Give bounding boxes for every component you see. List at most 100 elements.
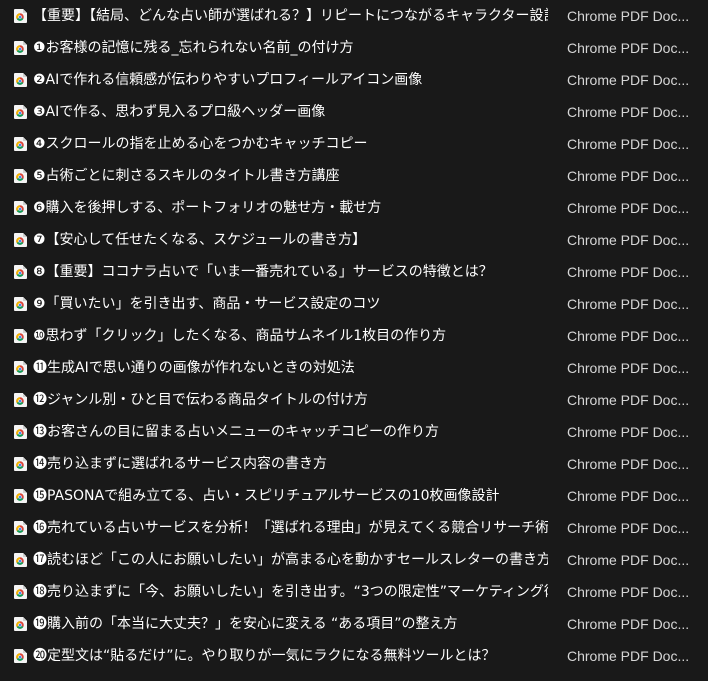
chrome-logo-icon xyxy=(16,141,24,149)
chrome-pdf-file-icon xyxy=(14,297,27,311)
chrome-logo-icon xyxy=(16,493,24,501)
file-type: Chrome PDF Doc... xyxy=(567,616,690,632)
chrome-pdf-file-icon xyxy=(14,233,27,247)
chrome-pdf-file-icon xyxy=(14,393,27,407)
chrome-logo-icon xyxy=(16,653,24,661)
file-name: ❶お客様の記憶に残る_忘れられない名前_の付け方 xyxy=(33,40,354,56)
file-name: ❸AIで作る、思わず見入るプロ級ヘッダー画像 xyxy=(33,104,326,120)
file-type: Chrome PDF Doc... xyxy=(567,136,690,152)
file-name: ⓭お客さんの目に留まる占いメニューのキャッチコピーの作り方 xyxy=(33,424,439,440)
chrome-logo-icon xyxy=(16,397,24,405)
file-name: ⓫生成AIで思い通りの画像が作れないときの対処法 xyxy=(33,360,355,376)
chrome-logo-icon xyxy=(16,205,24,213)
chrome-pdf-file-icon xyxy=(14,137,27,151)
file-type: Chrome PDF Doc... xyxy=(567,552,690,568)
file-type: Chrome PDF Doc... xyxy=(567,328,690,344)
file-row[interactable]: ⓬ジャンル別・ひと目で伝わる商品タイトルの付け方 Chrome PDF Doc.… xyxy=(0,384,708,416)
chrome-logo-icon xyxy=(16,589,24,597)
file-name: ❿思わず「クリック」したくなる、商品サムネイル1枚目の作り方 xyxy=(33,328,447,344)
file-list: 【重要】【結局、どんな占い師が選ばれる？】リピートにつながるキャラクター設計 C… xyxy=(0,0,708,681)
file-row[interactable]: ❸AIで作る、思わず見入るプロ級ヘッダー画像 Chrome PDF Doc... xyxy=(0,96,708,128)
file-name: ❺占術ごとに刺さるスキルのタイトル書き方講座 xyxy=(33,168,340,184)
chrome-logo-icon xyxy=(16,429,24,437)
file-type: Chrome PDF Doc... xyxy=(567,296,690,312)
file-row[interactable]: ⓴定型文は“貼るだけ”に。やり取りが一気にラクになる無料ツールとは？ Chrom… xyxy=(0,640,708,672)
file-row[interactable]: ⓲売り込まずに「今、お願いしたい」を引き出す。“3つの限定性”マーケティング術 … xyxy=(0,576,708,608)
chrome-pdf-file-icon xyxy=(14,617,27,631)
file-row[interactable]: ❽【重要】ココナラ占いで「いま一番売れている」サービスの特徴とは？ Chrome… xyxy=(0,256,708,288)
chrome-logo-icon xyxy=(16,621,24,629)
file-type: Chrome PDF Doc... xyxy=(567,104,690,120)
file-name: ❻購入を後押しする、ポートフォリオの魅せ方・載せ方 xyxy=(33,200,382,216)
file-name: ⓲売り込まずに「今、お願いしたい」を引き出す。“3つの限定性”マーケティング術 xyxy=(33,584,548,600)
file-name: ❼【安心して任せたくなる、スケジュールの書き方】 xyxy=(33,232,367,248)
file-name: ❹スクロールの指を止める心をつかむキャッチコピー xyxy=(33,136,368,152)
file-row[interactable]: 【重要】【結局、どんな占い師が選ばれる？】リピートにつながるキャラクター設計 C… xyxy=(0,0,708,32)
file-name: 【重要】【結局、どんな占い師が選ばれる？】リピートにつながるキャラクター設計 xyxy=(33,8,548,24)
chrome-logo-icon xyxy=(16,269,24,277)
chrome-pdf-file-icon xyxy=(14,553,27,567)
file-name: ⓯PASONAで組み立てる、占い・スピリチュアルサービスの10枚画像設計 xyxy=(33,488,500,504)
chrome-pdf-file-icon xyxy=(14,457,27,471)
file-row[interactable]: ❾「買いたい」を引き出す、商品・サービス設定のコツ Chrome PDF Doc… xyxy=(0,288,708,320)
chrome-pdf-file-icon xyxy=(14,425,27,439)
chrome-pdf-file-icon xyxy=(14,105,27,119)
file-type: Chrome PDF Doc... xyxy=(567,40,690,56)
file-type: Chrome PDF Doc... xyxy=(567,520,690,536)
file-row[interactable]: ❹スクロールの指を止める心をつかむキャッチコピー Chrome PDF Doc.… xyxy=(0,128,708,160)
file-row[interactable]: ⓯PASONAで組み立てる、占い・スピリチュアルサービスの10枚画像設計 Chr… xyxy=(0,480,708,512)
file-name: ⓴定型文は“貼るだけ”に。やり取りが一気にラクになる無料ツールとは？ xyxy=(33,648,496,664)
file-row[interactable]: ❷AIで作れる信頼感が伝わりやすいプロフィールアイコン画像 Chrome PDF… xyxy=(0,64,708,96)
chrome-pdf-file-icon xyxy=(14,201,27,215)
chrome-logo-icon xyxy=(16,525,24,533)
file-type: Chrome PDF Doc... xyxy=(567,360,690,376)
chrome-logo-icon xyxy=(16,173,24,181)
chrome-logo-icon xyxy=(16,45,24,53)
file-type: Chrome PDF Doc... xyxy=(567,200,690,216)
file-type: Chrome PDF Doc... xyxy=(567,392,690,408)
file-type: Chrome PDF Doc... xyxy=(567,424,690,440)
chrome-logo-icon xyxy=(16,461,24,469)
file-name: ❾「買いたい」を引き出す、商品・サービス設定のコツ xyxy=(33,296,381,312)
chrome-logo-icon xyxy=(16,365,24,373)
chrome-logo-icon xyxy=(16,77,24,85)
file-row[interactable]: ❺占術ごとに刺さるスキルのタイトル書き方講座 Chrome PDF Doc... xyxy=(0,160,708,192)
file-name: ❽【重要】ココナラ占いで「いま一番売れている」サービスの特徴とは？ xyxy=(33,264,493,280)
file-row[interactable]: ⓳購入前の「本当に大丈夫？」を安心に変える “ある項目”の整え方 Chrome … xyxy=(0,608,708,640)
chrome-pdf-file-icon xyxy=(14,585,27,599)
chrome-logo-icon xyxy=(16,333,24,341)
file-row[interactable]: ⓫生成AIで思い通りの画像が作れないときの対処法 Chrome PDF Doc.… xyxy=(0,352,708,384)
chrome-pdf-file-icon xyxy=(14,649,27,663)
chrome-logo-icon xyxy=(16,301,24,309)
file-row[interactable]: ⓰売れている占いサービスを分析！「選ばれる理由」が見えてくる競合リサーチ術 Ch… xyxy=(0,512,708,544)
chrome-pdf-file-icon xyxy=(14,41,27,55)
file-row[interactable]: ❶お客様の記憶に残る_忘れられない名前_の付け方 Chrome PDF Doc.… xyxy=(0,32,708,64)
chrome-logo-icon xyxy=(16,237,24,245)
file-name: ⓰売れている占いサービスを分析！「選ばれる理由」が見えてくる競合リサーチ術 xyxy=(33,520,548,536)
file-name: ❷AIで作れる信頼感が伝わりやすいプロフィールアイコン画像 xyxy=(33,72,423,88)
file-row[interactable]: ❼【安心して任せたくなる、スケジュールの書き方】 Chrome PDF Doc.… xyxy=(0,224,708,256)
file-row[interactable]: ⓭お客さんの目に留まる占いメニューのキャッチコピーの作り方 Chrome PDF… xyxy=(0,416,708,448)
file-row[interactable]: ⓮売り込まずに選ばれるサービス内容の書き方 Chrome PDF Doc... xyxy=(0,448,708,480)
chrome-pdf-file-icon xyxy=(14,489,27,503)
file-type: Chrome PDF Doc... xyxy=(567,232,690,248)
file-type: Chrome PDF Doc... xyxy=(567,168,690,184)
file-row[interactable]: ❻購入を後押しする、ポートフォリオの魅せ方・載せ方 Chrome PDF Doc… xyxy=(0,192,708,224)
chrome-logo-icon xyxy=(16,13,24,21)
chrome-pdf-file-icon xyxy=(14,521,27,535)
file-type: Chrome PDF Doc... xyxy=(567,648,690,664)
file-name: ⓳購入前の「本当に大丈夫？」を安心に変える “ある項目”の整え方 xyxy=(33,616,458,632)
file-name: ⓮売り込まずに選ばれるサービス内容の書き方 xyxy=(33,456,327,472)
chrome-pdf-file-icon xyxy=(14,9,27,23)
file-type: Chrome PDF Doc... xyxy=(567,8,690,24)
chrome-pdf-file-icon xyxy=(14,361,27,375)
file-type: Chrome PDF Doc... xyxy=(567,456,690,472)
chrome-pdf-file-icon xyxy=(14,73,27,87)
chrome-pdf-file-icon xyxy=(14,169,27,183)
file-row[interactable]: ⓱読むほど「この人にお願いしたい」が高まる心を動かすセールスレターの書き方 Ch… xyxy=(0,544,708,576)
file-type: Chrome PDF Doc... xyxy=(567,488,690,504)
file-name: ⓱読むほど「この人にお願いしたい」が高まる心を動かすセールスレターの書き方 xyxy=(33,552,548,568)
file-name: ⓬ジャンル別・ひと目で伝わる商品タイトルの付け方 xyxy=(33,392,368,408)
chrome-pdf-file-icon xyxy=(14,329,27,343)
file-row[interactable]: ❿思わず「クリック」したくなる、商品サムネイル1枚目の作り方 Chrome PD… xyxy=(0,320,708,352)
